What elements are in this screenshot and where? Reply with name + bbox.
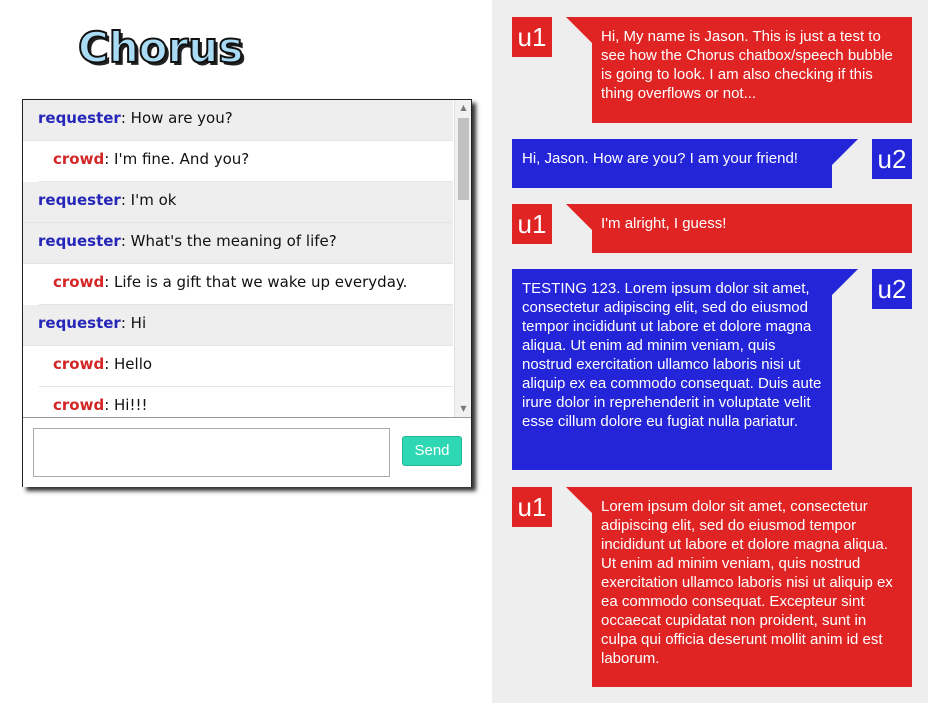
user-tag-u1: u1 xyxy=(512,17,552,57)
message-text: : Hi!!! xyxy=(104,396,148,414)
message-row: crowd: I'm fine. And you? xyxy=(39,141,453,182)
sender-name: requester xyxy=(38,232,121,250)
sender-name: requester xyxy=(38,191,121,209)
sender-name: crowd xyxy=(53,355,105,373)
message-row: requester: What's the meaning of life? xyxy=(23,223,453,264)
speech-bubble: TESTING 123. Lorem ipsum dolor sit amet,… xyxy=(512,269,858,470)
message-text: : I'm ok xyxy=(120,191,177,209)
speech-bubble-panel: u1 Hi, My name is Jason. This is just a … xyxy=(492,0,928,703)
speech-bubble: Lorem ipsum dolor sit amet, consectetur … xyxy=(566,487,912,687)
scroll-thumb[interactable] xyxy=(458,118,469,200)
message-row: crowd: Hello xyxy=(39,346,453,387)
message-text: : Hello xyxy=(104,355,153,373)
message-text: : How are you? xyxy=(120,109,233,127)
speech-bubble: I'm alright, I guess! xyxy=(566,204,912,253)
message-list[interactable]: requester: How are you? crowd: I'm fine.… xyxy=(23,100,453,417)
bubble-text: I'm alright, I guess! xyxy=(601,215,727,232)
message-row: requester: How are you? xyxy=(23,100,453,141)
message-text: : What's the meaning of life? xyxy=(120,232,337,250)
speech-bubble: Hi, Jason. How are you? I am your friend… xyxy=(512,139,858,188)
message-scrollbar[interactable]: ▲ ▼ xyxy=(454,100,471,417)
speech-bubble: Hi, My name is Jason. This is just a tes… xyxy=(566,17,912,123)
bubble-text: TESTING 123. Lorem ipsum dolor sit amet,… xyxy=(522,280,822,430)
sender-name: crowd xyxy=(53,150,105,168)
user-tag-u1: u1 xyxy=(512,204,552,244)
send-button[interactable]: Send xyxy=(402,436,462,466)
sender-name: requester xyxy=(38,109,121,127)
bubble-tail xyxy=(566,487,592,513)
bubble-tail xyxy=(832,269,858,295)
user-tag-u2: u2 xyxy=(872,269,912,309)
triangle-down-icon[interactable]: ▼ xyxy=(455,401,472,417)
bubble-text: Hi, Jason. How are you? I am your friend… xyxy=(522,150,798,167)
bubble-text: Hi, My name is Jason. This is just a tes… xyxy=(601,28,893,102)
sender-name: crowd xyxy=(53,273,105,291)
message-row: crowd: Hi!!! xyxy=(39,387,453,417)
message-row: crowd: Life is a gift that we wake up ev… xyxy=(39,264,453,305)
message-composer: Send xyxy=(23,417,471,487)
message-input[interactable] xyxy=(33,428,390,477)
sender-name: crowd xyxy=(53,396,105,414)
sender-name: requester xyxy=(38,314,121,332)
user-tag-u2: u2 xyxy=(872,139,912,179)
user-tag-u1: u1 xyxy=(512,487,552,527)
triangle-up-icon[interactable]: ▲ xyxy=(455,100,472,116)
bubble-tail xyxy=(566,17,592,43)
message-text: : Life is a gift that we wake up everyda… xyxy=(104,273,408,291)
app-logo: Chorus xyxy=(77,22,244,73)
message-row: requester: I'm ok xyxy=(23,182,453,223)
bubble-tail xyxy=(566,204,592,230)
message-text: : I'm fine. And you? xyxy=(104,150,250,168)
message-text: : Hi xyxy=(120,314,147,332)
message-row: requester: Hi xyxy=(23,305,453,346)
bubble-tail xyxy=(832,139,858,165)
bubble-text: Lorem ipsum dolor sit amet, consectetur … xyxy=(601,498,893,667)
chat-box: requester: How are you? crowd: I'm fine.… xyxy=(22,99,472,487)
